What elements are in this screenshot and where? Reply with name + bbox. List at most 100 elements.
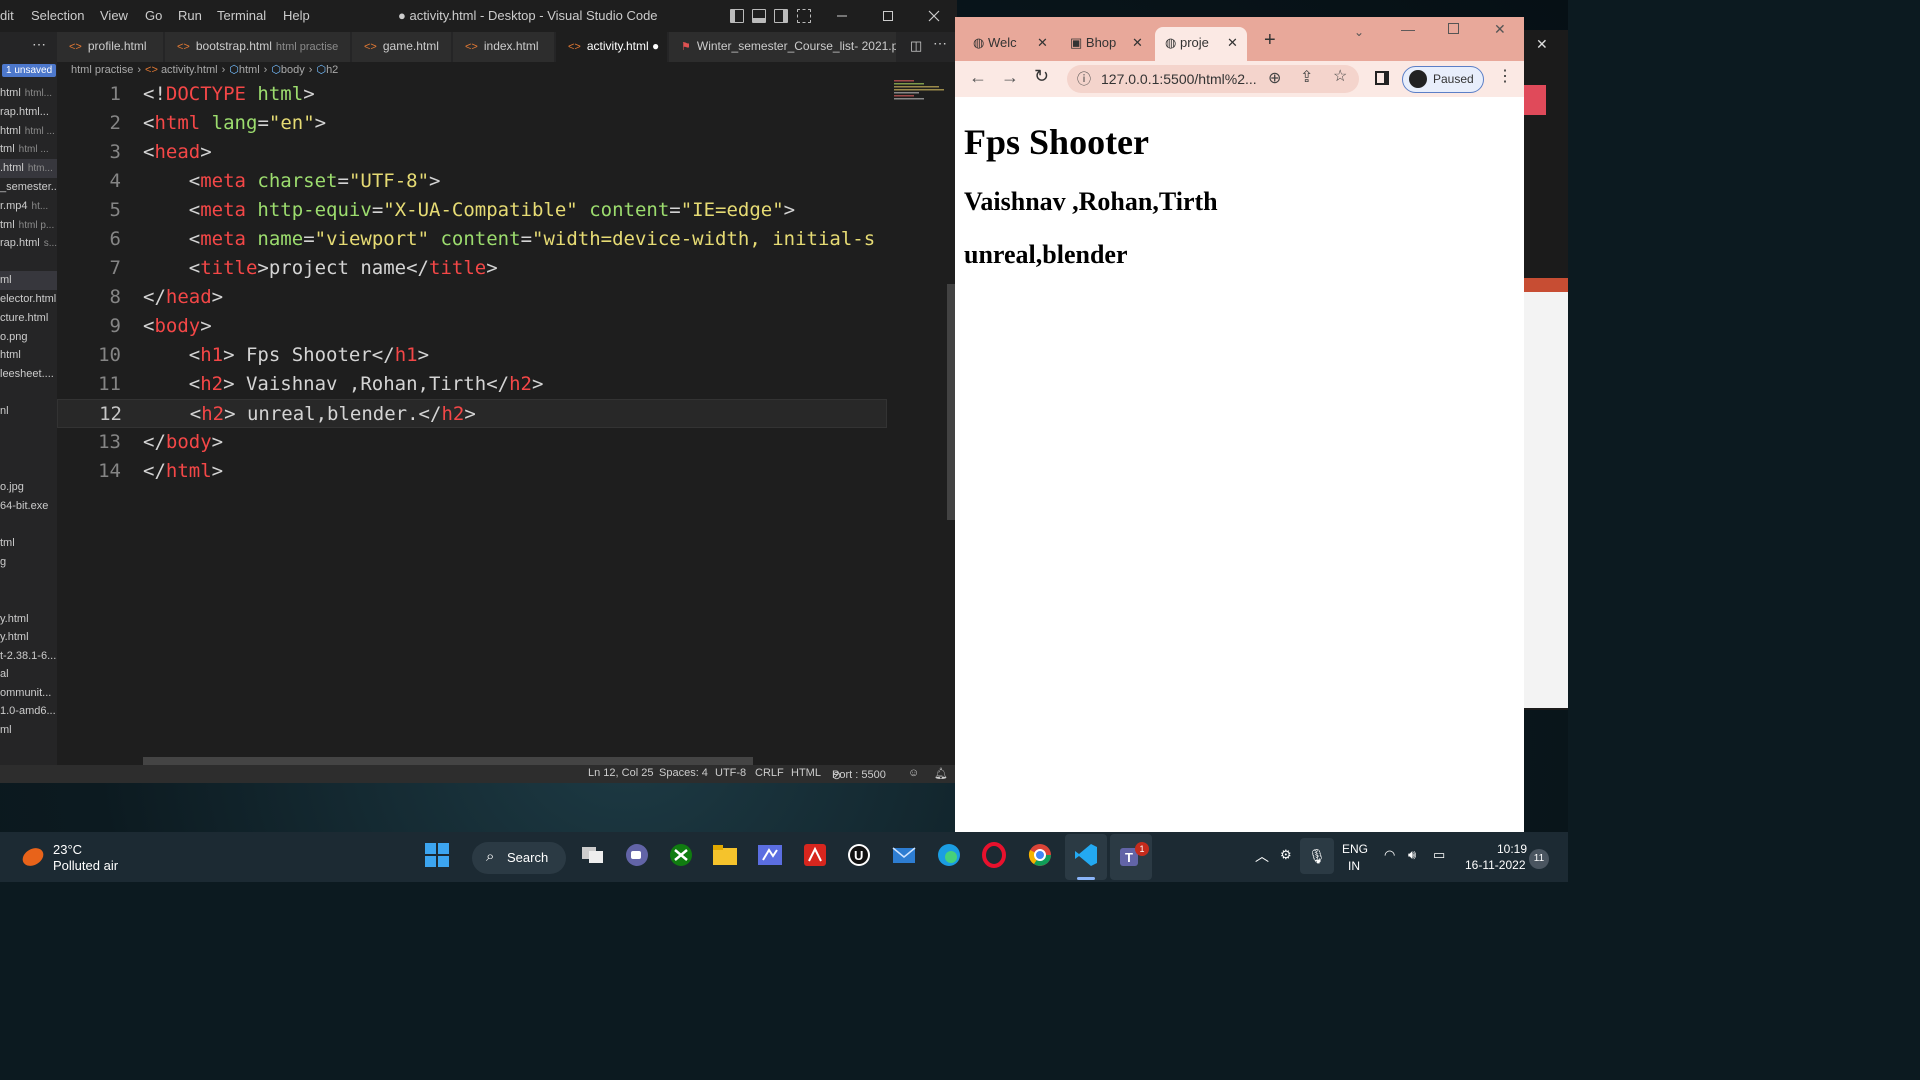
indentation[interactable]: Spaces: 4 <box>659 767 708 779</box>
code-line[interactable]: 8 </head> <box>57 283 887 312</box>
explorer-file-item[interactable]: ommunit... <box>0 684 57 703</box>
code-line[interactable]: 11 <h2> Vaishnav ,Rohan,Tirth</h2> <box>57 370 887 399</box>
explorer-file-item[interactable]: nl <box>0 402 57 421</box>
zoom-icon[interactable]: ⊕ <box>1268 68 1281 88</box>
explorer-file-item[interactable]: html html... <box>0 84 57 103</box>
browser-tab-bhop[interactable]: ▣ Bhop ✕ <box>1070 27 1152 61</box>
explorer-file-item[interactable]: al <box>0 665 57 684</box>
teams-taskbar-button[interactable]: T 1 <box>1110 834 1152 880</box>
tab-profile[interactable]: <> profile.html <box>57 32 164 62</box>
clock-time[interactable]: 10:19 <box>1497 842 1527 856</box>
profile-paused-button[interactable]: Paused <box>1402 66 1484 93</box>
notifications-bell-icon[interactable]: 🔔︎ <box>934 767 948 780</box>
file-explorer-icon[interactable] <box>712 842 742 872</box>
language-top[interactable]: ENG <box>1342 842 1368 856</box>
tab-pdf[interactable]: ⚑ Winter_semester_Course_list- 2021.pdf <box>669 32 897 62</box>
task-view-icon[interactable] <box>580 842 610 872</box>
new-tab-icon[interactable]: + <box>1264 29 1276 52</box>
tab-game[interactable]: <> game.html <box>352 32 452 62</box>
code-line[interactable]: 6 <meta name="viewport" content="width=d… <box>57 225 887 254</box>
explorer-file-item[interactable]: o.png <box>0 328 57 347</box>
xbox-icon[interactable] <box>668 842 698 872</box>
line-ending[interactable]: CRLF <box>755 767 784 779</box>
explorer-file-item[interactable]: tml html ... <box>0 140 57 159</box>
explorer-file-item[interactable]: ml <box>0 721 57 740</box>
share-icon[interactable]: ⇪ <box>1300 67 1313 87</box>
menu-terminal[interactable]: Terminal <box>217 8 266 23</box>
chrome-icon[interactable] <box>1027 842 1057 872</box>
explorer-file-item[interactable]: ml <box>0 271 57 290</box>
code-line[interactable]: 1 <!DOCTYPE html> <box>57 80 887 109</box>
customize-layout-icon[interactable] <box>797 9 811 23</box>
menu-go[interactable]: Go <box>145 8 162 23</box>
vscode-taskbar-button[interactable] <box>1065 834 1107 880</box>
weather-widget[interactable] <box>20 844 46 870</box>
close-icon[interactable]: ✕ <box>1536 36 1548 53</box>
explorer-file-item[interactable]: o.jpg <box>0 478 57 497</box>
explorer-file-item[interactable]: html <box>0 346 57 365</box>
more-actions-icon[interactable]: ⋯ <box>32 36 46 53</box>
maximize-icon[interactable] <box>1448 23 1459 34</box>
visual-studio-icon[interactable] <box>757 842 787 872</box>
explorer-file-item[interactable]: leesheet.... <box>0 365 57 384</box>
code-line[interactable]: 3 <head> <box>57 138 887 167</box>
maximize-button[interactable] <box>865 0 911 32</box>
language-mode[interactable]: HTML <box>791 767 821 779</box>
horizontal-scrollbar[interactable] <box>143 757 753 765</box>
menu-view[interactable]: View <box>100 8 128 23</box>
bookmark-star-icon[interactable]: ☆ <box>1333 66 1347 86</box>
address-bar[interactable]: ⓘ 127.0.0.1:5500/html%2... <box>1067 65 1359 93</box>
tab-activity[interactable]: <> activity.html ● <box>556 32 668 62</box>
chevron-up-icon[interactable]: ︿ <box>1255 846 1269 866</box>
encoding[interactable]: UTF-8 <box>715 767 746 779</box>
close-icon[interactable]: ✕ <box>1494 21 1506 38</box>
breadcrumb-folder[interactable]: html practise <box>71 64 133 76</box>
explorer-file-item[interactable]: tml <box>0 534 57 553</box>
minimize-button[interactable] <box>819 0 865 32</box>
explorer-file-item[interactable]: g <box>0 553 57 572</box>
explorer-file-item[interactable]: html html ... <box>0 122 57 141</box>
tab-bootstrap[interactable]: <> bootstrap.html html practise <box>165 32 351 62</box>
code-line[interactable]: 12 <h2> unreal,blender.</h2> <box>57 399 887 428</box>
code-line[interactable]: 2 <html lang="en"> <box>57 109 887 138</box>
toggle-secondary-sidebar-icon[interactable] <box>774 9 788 23</box>
explorer-file-item[interactable]: y.html <box>0 628 57 647</box>
menu-selection[interactable]: Selection <box>31 8 84 23</box>
breadcrumb-html[interactable]: html <box>239 64 260 76</box>
wifi-icon[interactable]: ◠ <box>1384 847 1395 863</box>
explorer-file-item[interactable]: rap.html... <box>0 103 57 122</box>
explorer-file-item[interactable]: 64-bit.exe <box>0 497 57 516</box>
feedback-icon[interactable]: ☺ <box>908 767 919 779</box>
site-info-icon[interactable]: ⓘ <box>1077 65 1091 93</box>
forward-arrow-icon[interactable]: → <box>1001 67 1019 88</box>
explorer-file-item[interactable]: .html htm... <box>0 159 57 178</box>
browser-tab-project[interactable]: ◍ proje ✕ <box>1155 27 1247 61</box>
tab-close-icon[interactable]: ✕ <box>1037 27 1048 59</box>
edge-icon[interactable] <box>936 842 966 872</box>
tab-close-icon[interactable]: ✕ <box>1227 27 1238 59</box>
unreal-engine-icon[interactable]: U <box>846 842 876 872</box>
chevron-down-icon[interactable]: ⌄ <box>1354 25 1364 39</box>
minimize-icon[interactable]: — <box>1401 21 1415 37</box>
back-arrow-icon[interactable]: ← <box>969 67 987 88</box>
reload-icon[interactable]: ↻ <box>1034 66 1049 87</box>
code-line[interactable]: 9 <body> <box>57 312 887 341</box>
explorer-file-item[interactable]: r.mp4 ht... <box>0 197 57 216</box>
kebab-menu-icon[interactable]: ⋮ <box>1497 66 1513 86</box>
explorer-file-item[interactable]: elector.html <box>0 290 57 309</box>
more-actions-icon[interactable]: ⋯ <box>933 35 947 52</box>
split-editor-icon[interactable]: ◫ <box>910 38 922 54</box>
explorer-file-item[interactable]: _semester... <box>0 178 57 197</box>
cursor-position[interactable]: Ln 12, Col 25 <box>588 767 653 779</box>
toggle-sidebar-icon[interactable] <box>730 9 744 23</box>
opera-icon[interactable] <box>981 842 1011 872</box>
explorer-file-item[interactable]: cture.html <box>0 309 57 328</box>
explorer-file-item[interactable]: rap.html s... <box>0 234 57 253</box>
side-panel-icon[interactable] <box>1375 71 1389 85</box>
menu-help[interactable]: Help <box>283 8 310 23</box>
volume-icon[interactable]: 🔊︎ <box>1408 847 1416 863</box>
unsaved-dot-icon[interactable]: ● <box>652 39 659 53</box>
clock-date[interactable]: 16-11-2022 <box>1465 858 1526 872</box>
code-line[interactable]: 10 <h1> Fps Shooter</h1> <box>57 341 887 370</box>
code-line[interactable]: 14 </html> <box>57 457 887 486</box>
